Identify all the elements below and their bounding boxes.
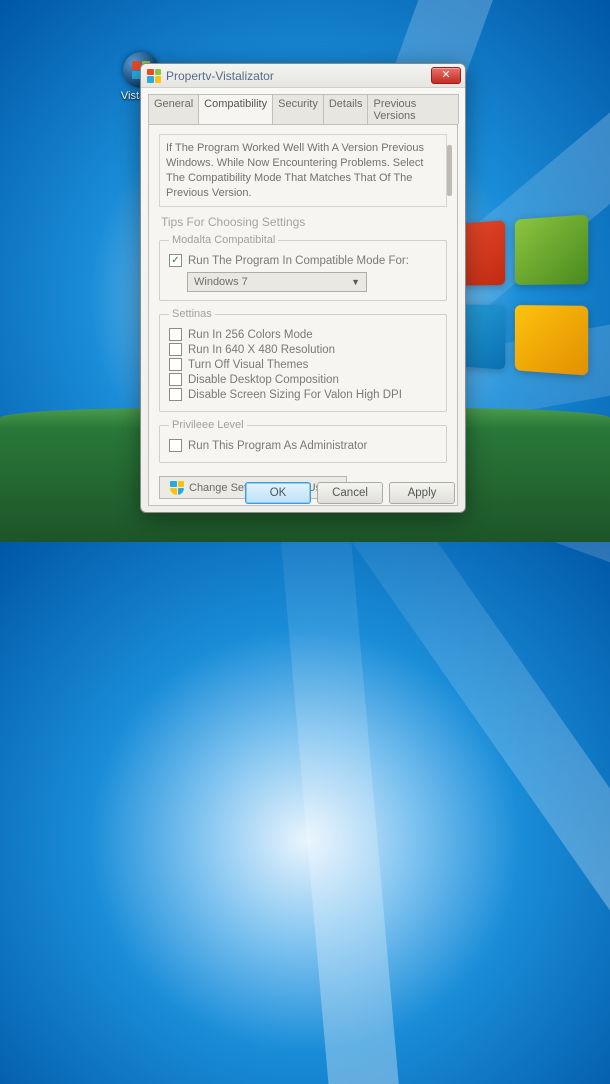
checkbox-640x480[interactable] — [169, 343, 182, 356]
close-button[interactable]: ✕ — [431, 67, 461, 84]
properties-dialog: Propertv-Vistalizator ✕ General Compatib… — [140, 63, 466, 513]
dialog-button-row: OK Cancel Apply — [245, 482, 455, 504]
tab-strip: General Compatibility Security Details P… — [141, 88, 465, 124]
checkbox-label: Run This Program As Administrator — [188, 440, 367, 452]
titlebar[interactable]: Propertv-Vistalizator ✕ — [141, 64, 465, 88]
apply-button[interactable]: Apply — [389, 482, 455, 504]
checkbox-label: Disable Desktop Composition — [188, 374, 339, 386]
tips-link[interactable]: Tips For Choosing Settings — [161, 215, 447, 229]
tab-general[interactable]: General — [148, 94, 199, 124]
checkbox-label: Run In 256 Colors Mode — [188, 329, 313, 341]
checkbox-compat-mode[interactable]: ✓ — [169, 254, 182, 267]
checkbox-label: Run In 640 X 480 Resolution — [188, 344, 335, 356]
group-legend: Settinas — [169, 308, 215, 320]
button-label: Cancel — [332, 487, 368, 499]
cancel-button[interactable]: Cancel — [317, 482, 383, 504]
chevron-down-icon: ▼ — [351, 277, 360, 287]
dropdown-os-version[interactable]: Windows 7 ▼ — [187, 272, 367, 292]
checkbox-label: Turn Off Visual Themes — [188, 359, 308, 371]
checkbox-label: Run The Program In Compatible Mode For: — [188, 255, 409, 267]
group-privilege-level: Privileee Level Run This Program As Admi… — [159, 419, 447, 463]
info-text: If The Program Worked Well With A Versio… — [159, 134, 447, 207]
group-settings: Settinas Run In 256 Colors Mode Run In 6… — [159, 308, 447, 412]
checkbox-label: Disable Screen Sizing For Valon High DPI — [188, 389, 402, 401]
dropdown-value: Windows 7 — [194, 276, 248, 288]
checkbox-visual-themes[interactable] — [169, 358, 182, 371]
app-icon — [147, 69, 161, 83]
window-title: Propertv-Vistalizator — [166, 69, 431, 83]
group-legend: Modalta Compatibital — [169, 234, 278, 246]
group-legend: Privileee Level — [169, 419, 247, 431]
tab-security[interactable]: Security — [272, 94, 324, 124]
button-label: OK — [270, 487, 287, 499]
shield-icon — [170, 481, 184, 495]
checkbox-high-dpi[interactable] — [169, 388, 182, 401]
tab-panel-compatibility: If The Program Worked Well With A Versio… — [148, 124, 458, 506]
group-compatibility-mode: Modalta Compatibital ✓ Run The Program I… — [159, 234, 447, 301]
checkbox-256-colors[interactable] — [169, 328, 182, 341]
checkbox-run-as-admin[interactable] — [169, 439, 182, 452]
tab-details[interactable]: Details — [323, 94, 369, 124]
tab-previous-versions[interactable]: Previous Versions — [367, 94, 459, 124]
ok-button[interactable]: OK — [245, 482, 311, 504]
button-label: Apply — [408, 487, 437, 499]
close-icon: ✕ — [441, 69, 450, 81]
checkbox-desktop-composition[interactable] — [169, 373, 182, 386]
tab-compatibility[interactable]: Compatibility — [198, 94, 273, 124]
